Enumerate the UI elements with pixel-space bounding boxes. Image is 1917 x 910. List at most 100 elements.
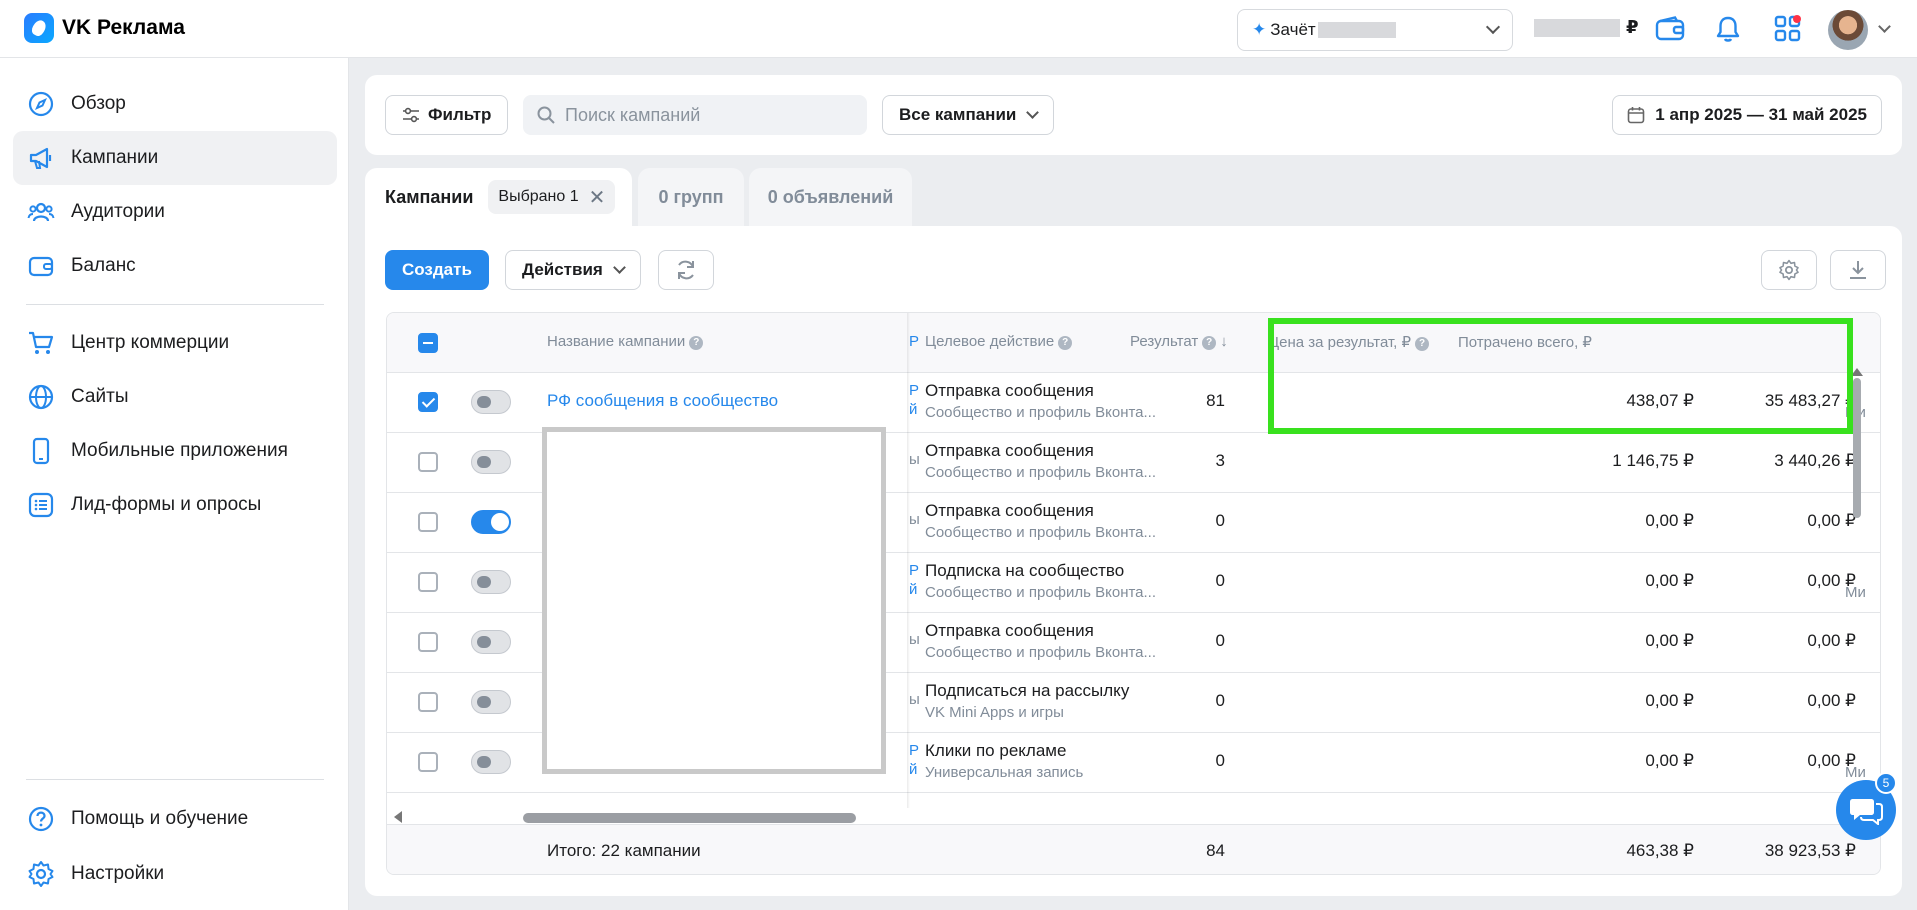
apps-grid-icon[interactable]: [1773, 14, 1803, 44]
total-result: 84: [1206, 841, 1225, 860]
sidebar-item-help[interactable]: Помощь и обучение: [13, 792, 337, 846]
account-selector[interactable]: ✦ Зачёт: [1237, 9, 1513, 51]
target-action: Отправка сообщения: [925, 381, 1094, 400]
tab-ads[interactable]: 0 объявлений: [749, 168, 912, 226]
close-icon[interactable]: ✕: [589, 185, 606, 210]
sidebar-item-campaigns[interactable]: Кампании: [13, 131, 337, 185]
wallet-icon[interactable]: [1655, 14, 1685, 44]
download-button[interactable]: [1830, 250, 1886, 290]
campaign-status-toggle[interactable]: [471, 690, 511, 714]
top-bar: VK Реклама ✦ Зачёт ₽: [0, 0, 1917, 58]
tab-groups[interactable]: 0 групп: [638, 168, 744, 226]
target-action: Отправка сообщения: [925, 621, 1094, 640]
sidebar-item-label: Аудитории: [71, 201, 165, 222]
refresh-button[interactable]: [658, 250, 714, 290]
row-checkbox[interactable]: [418, 572, 438, 592]
sidebar-item-overview[interactable]: Обзор: [13, 77, 337, 131]
actions-dropdown[interactable]: Действия: [505, 250, 641, 290]
chevron-down-icon: [1485, 19, 1501, 35]
sidebar-item-label: Помощь и обучение: [71, 808, 249, 829]
target-action: Клики по рекламе: [925, 741, 1067, 760]
create-button-label: Создать: [402, 260, 472, 279]
filter-button-label: Фильтр: [428, 105, 492, 124]
balance-display[interactable]: ₽: [1534, 17, 1639, 38]
chevron-down-icon[interactable]: [1878, 20, 1891, 33]
result-value: 0: [1215, 631, 1225, 650]
table-totals-row: Итого: 22 кампании 84 463,38 ₽ 38 923,53…: [387, 824, 1880, 874]
actions-dropdown-label: Действия: [522, 260, 603, 279]
date-range-picker[interactable]: 1 апр 2025 — 31 май 2025: [1612, 95, 1882, 135]
refresh-icon: [678, 260, 694, 280]
row-checkbox[interactable]: [418, 752, 438, 772]
phone-icon: [32, 437, 50, 465]
horizontal-scrollbar-thumb[interactable]: [523, 813, 856, 823]
campaign-scope-select[interactable]: Все кампании: [882, 95, 1055, 135]
tab-label: 0 групп: [658, 186, 724, 207]
user-avatar[interactable]: [1828, 10, 1868, 50]
help-icon[interactable]: ?: [689, 336, 704, 350]
row-checkbox[interactable]: [418, 452, 438, 472]
campaign-status-toggle[interactable]: [471, 750, 511, 774]
sidebar-item-audiences[interactable]: Аудитории: [13, 185, 337, 239]
total-price: 463,38 ₽: [1626, 841, 1694, 860]
row-checkbox[interactable]: [418, 392, 438, 412]
bell-icon[interactable]: [1713, 14, 1743, 44]
price-value: 0,00 ₽: [1645, 691, 1694, 710]
tab-campaigns[interactable]: Кампании Выбрано 1 ✕: [365, 168, 632, 226]
target-action-cell: Подписка на сообщество Сообщество и проф…: [925, 561, 1156, 601]
target-action-cell: Отправка сообщения Сообщество и профиль …: [925, 501, 1156, 541]
sidebar-item-label: Мобильные приложения: [71, 440, 288, 461]
campaign-status-toggle[interactable]: [471, 390, 511, 414]
search-icon: [537, 106, 555, 124]
row-checkbox[interactable]: [418, 692, 438, 712]
sidebar-item-commerce[interactable]: Центр коммерции: [13, 316, 337, 370]
sidebar-item-label: Настройки: [71, 863, 165, 884]
sidebar-item-sites[interactable]: Сайты: [13, 370, 337, 424]
spent-value: 0,00 ₽: [1807, 511, 1856, 530]
clipped-cell: ы: [909, 691, 920, 708]
campaign-status-toggle[interactable]: [471, 510, 511, 534]
column-header-name[interactable]: Название кампании?: [547, 333, 704, 350]
scroll-left-arrow-icon[interactable]: [394, 811, 402, 823]
create-button[interactable]: Создать: [385, 250, 489, 290]
sidebar-item-mobile-apps[interactable]: Мобильные приложения: [13, 424, 337, 478]
result-value: 0: [1215, 691, 1225, 710]
megaphone-icon: [29, 147, 52, 169]
campaign-status-toggle[interactable]: [471, 450, 511, 474]
calendar-icon: [1627, 107, 1645, 124]
campaign-status-toggle[interactable]: [471, 630, 511, 654]
help-icon[interactable]: ?: [1058, 336, 1073, 350]
row-checkbox[interactable]: [418, 632, 438, 652]
column-header-result[interactable]: Результат? ↓: [1130, 333, 1228, 350]
sidebar-item-balance[interactable]: Баланс: [13, 239, 337, 293]
campaign-status-toggle[interactable]: [471, 570, 511, 594]
sidebar-item-lead-forms[interactable]: Лид-формы и опросы: [13, 478, 337, 532]
target-action-sub: Сообщество и профиль Вконта...: [925, 404, 1157, 421]
filter-button[interactable]: Фильтр: [385, 95, 509, 135]
globe-icon: [28, 384, 54, 410]
price-value: 0,00 ₽: [1645, 511, 1694, 530]
gear-icon: [28, 861, 54, 887]
select-all-checkbox[interactable]: [418, 333, 438, 353]
vertical-scrollbar-thumb[interactable]: [1853, 378, 1861, 518]
column-header-label: Результат: [1130, 333, 1199, 350]
clipped-column-header: Р: [909, 333, 920, 350]
search-input[interactable]: Поиск кампаний: [523, 95, 867, 135]
clipped-cell: Р й: [909, 742, 920, 778]
sidebar-item-label: Центр коммерции: [71, 332, 230, 353]
filter-bar: Фильтр Поиск кампаний Все кампании 1 апр…: [365, 75, 1902, 155]
account-name: Зачёт: [1270, 20, 1316, 39]
result-value: 0: [1215, 511, 1225, 530]
row-checkbox[interactable]: [418, 512, 438, 532]
app-logo[interactable]: VK Реклама: [24, 13, 185, 43]
target-action: Подписаться на рассылку: [925, 681, 1130, 700]
help-icon[interactable]: ?: [1202, 336, 1217, 350]
download-icon: [1850, 261, 1866, 279]
sidebar-item-settings[interactable]: Настройки: [13, 847, 337, 901]
list-icon: [28, 492, 54, 518]
redacted-account-name: [1317, 22, 1396, 38]
campaign-name-link[interactable]: РФ сообщения в сообщество: [547, 391, 778, 411]
campaign-scope-label: Все кампании: [899, 105, 1017, 124]
table-settings-button[interactable]: [1761, 250, 1817, 290]
column-header-action[interactable]: Целевое действие?: [925, 333, 1073, 350]
